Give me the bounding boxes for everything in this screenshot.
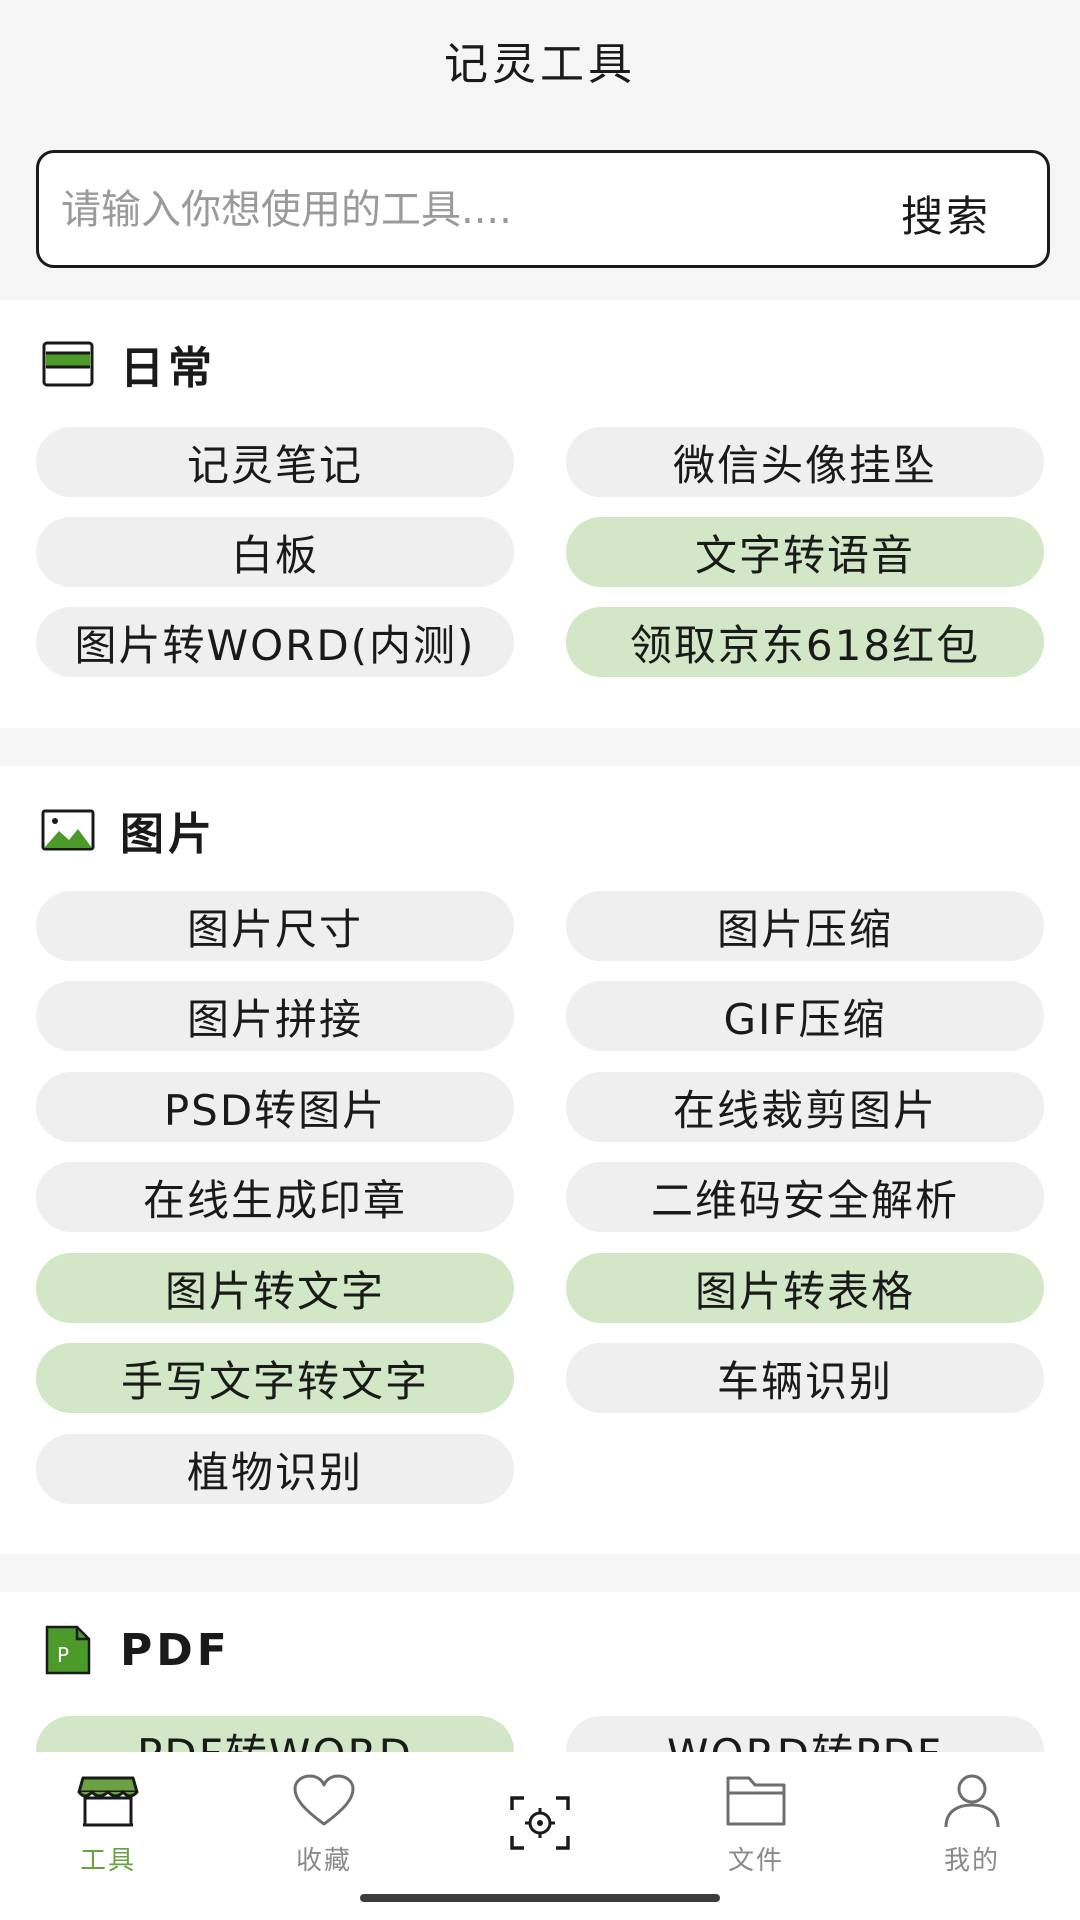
search-button[interactable]: 搜索	[901, 183, 991, 244]
page-title: 记灵工具	[444, 39, 636, 90]
nav-label: 工具	[79, 1846, 136, 1876]
section-title: 日常	[120, 343, 216, 394]
nav-label: 文件	[727, 1846, 784, 1876]
section-header: 图片	[40, 802, 216, 860]
tool-text-to-speech[interactable]: 文字转语音	[566, 517, 1044, 587]
scan-icon	[505, 1792, 575, 1854]
tool-jd-618-redpacket[interactable]: 领取京东618红包	[566, 607, 1044, 677]
store-icon	[73, 1770, 143, 1832]
tool-image-to-word[interactable]: 图片转WORD(内测)	[36, 607, 514, 677]
tool-qr-safety-parse[interactable]: 二维码安全解析	[566, 1162, 1044, 1232]
section-title: 图片	[120, 809, 216, 860]
nav-profile[interactable]: 我的	[902, 1770, 1042, 1880]
section-header: 日常	[40, 336, 216, 394]
nav-scan[interactable]	[470, 1770, 610, 1880]
section-image: 图片 图片尺寸 图片压缩 图片拼接 GIF压缩 PSD转图片 在线裁剪图片 在线…	[0, 766, 1080, 1554]
screen: 记灵工具 搜索 日常 记灵笔记 微信头像挂坠 白板	[0, 0, 1080, 1920]
folder-icon	[721, 1770, 791, 1832]
nav-label: 收藏	[295, 1846, 352, 1876]
section-daily: 日常 记灵笔记 微信头像挂坠 白板 文字转语音 图片转WORD(内测) 领取京东…	[0, 300, 1080, 728]
nav-label: 我的	[943, 1846, 1000, 1876]
nav-tools[interactable]: 工具	[38, 1770, 178, 1880]
section-pdf: P PDF PDF转WORD WORD转PDF	[0, 1592, 1080, 1752]
tool-psd-to-image[interactable]: PSD转图片	[36, 1072, 514, 1142]
heart-icon	[289, 1770, 359, 1832]
tool-plant-recognition[interactable]: 植物识别	[36, 1434, 514, 1504]
tool-online-crop[interactable]: 在线裁剪图片	[566, 1072, 1044, 1142]
tool-vehicle-recognition[interactable]: 车辆识别	[566, 1343, 1044, 1413]
tool-handwriting-to-text[interactable]: 手写文字转文字	[36, 1343, 514, 1413]
tool-whiteboard[interactable]: 白板	[36, 517, 514, 587]
svg-text:P: P	[57, 1643, 69, 1667]
image-icon	[40, 802, 96, 858]
home-indicator[interactable]	[360, 1894, 720, 1902]
tool-list[interactable]: 日常 记灵笔记 微信头像挂坠 白板 文字转语音 图片转WORD(内测) 领取京东…	[0, 300, 1080, 1752]
section-title: PDF	[120, 1624, 231, 1676]
tool-image-compress[interactable]: 图片压缩	[566, 891, 1044, 961]
tool-image-stitch[interactable]: 图片拼接	[36, 981, 514, 1051]
tool-image-size[interactable]: 图片尺寸	[36, 891, 514, 961]
tool-word-to-pdf[interactable]: WORD转PDF	[566, 1716, 1044, 1752]
section-header: P PDF	[40, 1622, 231, 1678]
tool-seal-generator[interactable]: 在线生成印章	[36, 1162, 514, 1232]
tool-image-to-text[interactable]: 图片转文字	[36, 1253, 514, 1323]
search-box[interactable]: 搜索	[36, 150, 1050, 268]
tool-image-to-table[interactable]: 图片转表格	[566, 1253, 1044, 1323]
user-icon	[937, 1770, 1007, 1832]
tool-gif-compress[interactable]: GIF压缩	[566, 981, 1044, 1051]
bottom-nav: 工具 收藏 文件 我的	[0, 1752, 1080, 1920]
nav-files[interactable]: 文件	[686, 1770, 826, 1880]
nav-favorites[interactable]: 收藏	[254, 1770, 394, 1880]
tool-wechat-avatar-pendant[interactable]: 微信头像挂坠	[566, 427, 1044, 497]
tool-jiling-notes[interactable]: 记灵笔记	[36, 427, 514, 497]
top-bar: 记灵工具 搜索	[0, 0, 1080, 300]
card-icon	[40, 336, 96, 392]
pdf-file-icon: P	[40, 1622, 96, 1678]
search-input[interactable]	[61, 179, 841, 241]
tool-pdf-to-word[interactable]: PDF转WORD	[36, 1716, 514, 1752]
